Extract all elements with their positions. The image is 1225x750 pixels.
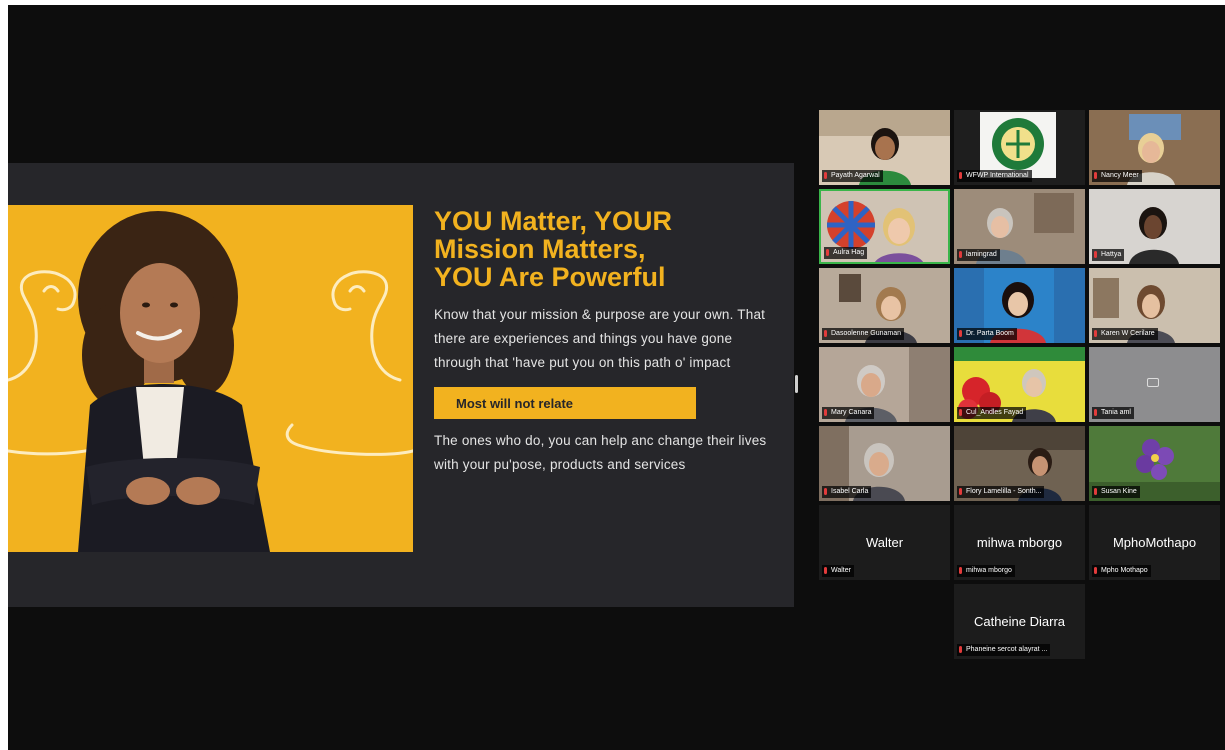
participant-name-tag: WFWP International bbox=[957, 170, 1032, 182]
participant-tile[interactable]: Mary Canara bbox=[819, 347, 950, 422]
participant-tile[interactable]: Dr. Parta Boom bbox=[954, 268, 1085, 343]
mic-muted-icon bbox=[959, 409, 962, 416]
mic-muted-icon bbox=[959, 251, 962, 258]
participant-name-tag: Hattya bbox=[1092, 249, 1125, 261]
slide-paragraph-2: The ones who do, you can help anc change… bbox=[434, 433, 767, 472]
mic-muted-icon bbox=[959, 646, 962, 653]
most-will-not-relate-banner: Most will not relate bbox=[434, 387, 696, 419]
participant-tile[interactable]: Tania aml bbox=[1089, 347, 1220, 422]
participant-name-tag: Dasoolenne Gunaman bbox=[822, 328, 905, 340]
participant-name-tag: Isabel Carla bbox=[822, 486, 872, 498]
mic-muted-icon bbox=[959, 488, 962, 495]
participant-display-name: Catheine Diarra bbox=[973, 614, 1066, 629]
participant-name-tag: Payath Agarwal bbox=[822, 170, 883, 182]
mic-muted-icon bbox=[1094, 488, 1097, 495]
participant-tile-active-speaker[interactable]: Aulra Hag bbox=[819, 189, 950, 264]
slide-paragraph-1: Know that your mission & purpose are you… bbox=[434, 307, 766, 370]
participant-display-name: MphoMothapo bbox=[1112, 535, 1197, 550]
mic-muted-icon bbox=[824, 409, 827, 416]
participant-tile[interactable]: Cul_Andles Fayad bbox=[954, 347, 1085, 422]
participant-tile[interactable]: Dasoolenne Gunaman bbox=[819, 268, 950, 343]
participant-name-tag: Karen W Cerilare bbox=[1092, 328, 1158, 340]
shared-screen-slide: YOU Matter, YOUR Mission Matters, YOU Ar… bbox=[8, 163, 794, 607]
mic-muted-icon bbox=[1094, 409, 1097, 416]
participant-name-tag: Dr. Parta Boom bbox=[957, 328, 1017, 340]
participant-tile[interactable]: lamingrad bbox=[954, 189, 1085, 264]
headline-line-3: YOU Are Powerful bbox=[434, 262, 666, 292]
participant-tile[interactable]: WFWP International bbox=[954, 110, 1085, 185]
mic-muted-icon bbox=[824, 172, 827, 179]
split-view-resize-handle[interactable] bbox=[795, 375, 798, 393]
participant-name-tag: Nancy Meer bbox=[1092, 170, 1142, 182]
mic-muted-icon bbox=[959, 567, 962, 574]
participant-name-tag: Aulra Hag bbox=[824, 247, 868, 259]
participant-display-name: Walter bbox=[865, 535, 904, 550]
headline-line-1: YOU Matter, YOUR bbox=[434, 206, 673, 236]
participant-name-tag: Flory Lamelilla - Sonth... bbox=[957, 486, 1045, 498]
participant-tile-no-video[interactable]: Catheine Diarra Phaneine sercot alayrat … bbox=[954, 584, 1085, 659]
participant-name-tag: Cul_Andles Fayad bbox=[957, 407, 1027, 419]
slide-headline: YOU Matter, YOUR Mission Matters, YOU Ar… bbox=[434, 207, 779, 291]
headline-line-2: Mission Matters, bbox=[434, 234, 646, 264]
participant-tile-no-video[interactable]: mihwa mborgo mihwa mborgo bbox=[954, 505, 1085, 580]
mic-muted-icon bbox=[824, 488, 827, 495]
participant-name-tag: Walter bbox=[822, 565, 854, 577]
camera-off-icon bbox=[1147, 378, 1159, 387]
participant-name-tag: mihwa mborgo bbox=[957, 565, 1015, 577]
mic-muted-icon bbox=[826, 249, 829, 256]
slide-photo bbox=[8, 205, 413, 552]
participant-tile-no-video[interactable]: MphoMothapo Mpho Mothapo bbox=[1089, 505, 1220, 580]
participant-name-tag: Mary Canara bbox=[822, 407, 875, 419]
participant-tile[interactable]: Nancy Meer bbox=[1089, 110, 1220, 185]
participant-tile[interactable]: Karen W Cerilare bbox=[1089, 268, 1220, 343]
participant-name-tag: lamingrad bbox=[957, 249, 1000, 261]
participant-name-tag: Tania aml bbox=[1092, 407, 1134, 419]
participant-name-tag: Mpho Mothapo bbox=[1092, 565, 1151, 577]
participant-tile[interactable]: Flory Lamelilla - Sonth... bbox=[954, 426, 1085, 501]
participant-tile-no-video[interactable]: Walter Walter bbox=[819, 505, 950, 580]
mic-muted-icon bbox=[1094, 172, 1097, 179]
mic-muted-icon bbox=[1094, 251, 1097, 258]
participant-display-name: mihwa mborgo bbox=[976, 535, 1063, 550]
mic-muted-icon bbox=[959, 172, 962, 179]
mic-muted-icon bbox=[959, 330, 962, 337]
participant-tile[interactable]: Susan Kine bbox=[1089, 426, 1220, 501]
mic-muted-icon bbox=[1094, 567, 1097, 574]
mic-muted-icon bbox=[824, 567, 827, 574]
participant-tile[interactable]: Payath Agarwal bbox=[819, 110, 950, 185]
slide-text-block: YOU Matter, YOUR Mission Matters, YOU Ar… bbox=[434, 207, 779, 477]
mic-muted-icon bbox=[824, 330, 827, 337]
mic-muted-icon bbox=[1094, 330, 1097, 337]
participant-tile[interactable]: Hattya bbox=[1089, 189, 1220, 264]
meeting-stage: YOU Matter, YOUR Mission Matters, YOU Ar… bbox=[8, 5, 1225, 750]
participant-tile[interactable]: Isabel Carla bbox=[819, 426, 950, 501]
powerful-woman-illustration bbox=[8, 205, 413, 552]
participant-name-tag: Susan Kine bbox=[1092, 486, 1140, 498]
participant-name-tag: Phaneine sercot alayrat ... bbox=[957, 644, 1051, 656]
